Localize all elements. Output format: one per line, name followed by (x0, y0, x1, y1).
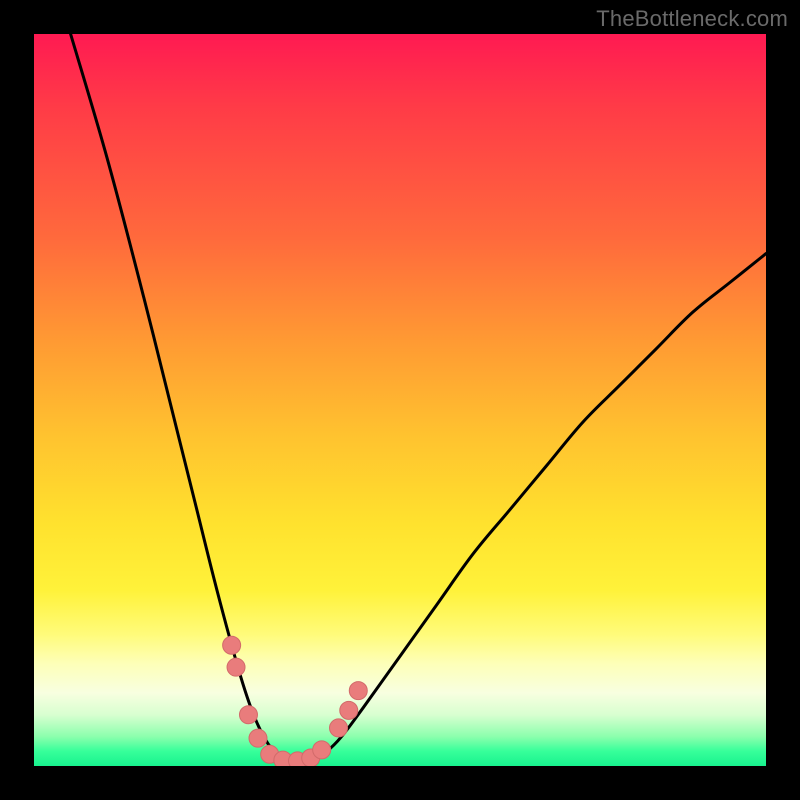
bottleneck-curve-path (71, 34, 766, 764)
chart-plot-area (34, 34, 766, 766)
data-marker (223, 636, 241, 654)
data-marker (330, 719, 348, 737)
data-marker (313, 741, 331, 759)
data-marker (249, 729, 267, 747)
data-marker (340, 701, 358, 719)
watermark-text: TheBottleneck.com (596, 6, 788, 32)
bottleneck-curve-svg (34, 34, 766, 766)
data-marker (349, 682, 367, 700)
data-marker (227, 658, 245, 676)
chart-outer-frame: TheBottleneck.com (0, 0, 800, 800)
data-marker (239, 706, 257, 724)
